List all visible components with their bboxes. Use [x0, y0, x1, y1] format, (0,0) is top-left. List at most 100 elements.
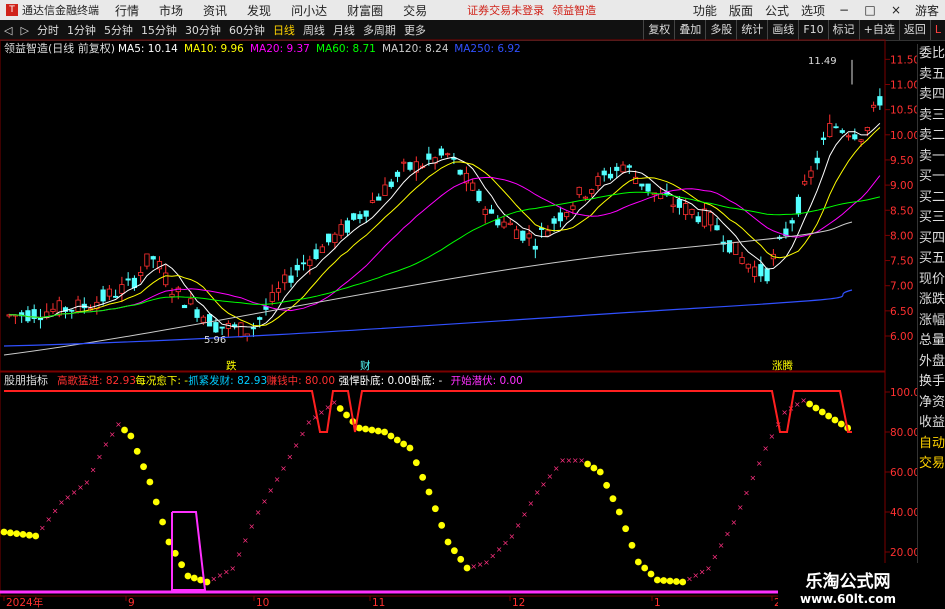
indicator-down-dot: [19, 531, 27, 538]
candle-body: [257, 317, 263, 320]
side-tab[interactable]: 卖一: [918, 147, 945, 168]
candle-body: [626, 165, 632, 168]
candle-body: [827, 123, 833, 138]
indicator-down-dot: [812, 404, 820, 412]
watermark-title: 乐淘公式网: [805, 572, 891, 592]
indicator-legend-item: 强悍卧底: 0.00: [339, 374, 411, 387]
side-tab[interactable]: 卖三: [918, 106, 945, 127]
indicator-down-dot: [622, 525, 630, 533]
candle-body: [138, 272, 144, 277]
indicator-down-dot: [362, 425, 369, 433]
candle-body: [382, 184, 388, 196]
indicator-down-dot: [666, 577, 674, 585]
side-tab[interactable]: 现价: [918, 270, 945, 291]
candle-body: [701, 208, 708, 227]
candle-body: [726, 240, 733, 253]
side-tab[interactable]: 自动: [918, 434, 945, 455]
candle-body: [758, 264, 764, 277]
indicator-down-dot: [672, 578, 680, 585]
indicator-up-mark: ×: [255, 508, 262, 517]
candle-body: [194, 309, 200, 318]
candle-body: [645, 183, 651, 192]
candle-body: [344, 220, 351, 233]
indicator-up-mark: ×: [83, 478, 90, 487]
ma-legend-item: MA5: 10.14: [118, 43, 178, 55]
candle-body: [683, 203, 689, 216]
ma250-line: [3, 289, 853, 347]
indicator-down-dot: [419, 473, 427, 481]
side-tab[interactable]: 卖五: [918, 65, 945, 86]
indicator-title: 股朋指标: [4, 373, 48, 387]
side-tab[interactable]: 换手: [918, 372, 945, 393]
candle-body: [852, 134, 858, 140]
candle-body: [288, 275, 294, 283]
candle-body: [188, 298, 194, 305]
indicator-down-dot: [831, 416, 839, 424]
candle-body: [607, 173, 614, 179]
indicator-down-dot: [400, 440, 408, 448]
candle-body: [557, 212, 563, 222]
side-tab[interactable]: 外盘: [918, 352, 945, 373]
indicator-up-mark: ×: [90, 465, 97, 474]
indicator-down-dot: [818, 408, 826, 416]
indicator-up-mark: ×: [236, 550, 243, 559]
candle-body: [50, 308, 56, 312]
ma-legend-item: MA60: 8.71: [316, 43, 376, 55]
indicator-down-dot: [336, 405, 344, 412]
side-tab[interactable]: 买三: [918, 208, 945, 229]
ma-line: [9, 191, 881, 319]
indicator-up-mark: ×: [540, 480, 547, 489]
side-tab[interactable]: 买四: [918, 229, 945, 250]
ma-legend-item: MA20: 9.37: [250, 43, 310, 55]
side-tab[interactable]: 涨幅: [918, 311, 945, 332]
indicator-up-mark: ×: [718, 541, 725, 550]
candle-body: [520, 230, 526, 241]
indicator-up-mark: ×: [286, 453, 293, 462]
candle-body: [282, 274, 288, 284]
candle-body: [814, 157, 820, 164]
indicator-axis-label: 40.00: [890, 507, 920, 519]
indicator-down-dot: [121, 426, 128, 434]
indicator-up-mark: ×: [762, 444, 769, 453]
candle-body: [150, 256, 156, 260]
indicator-up-mark: ×: [724, 530, 731, 539]
candle-body: [545, 230, 551, 237]
side-tab[interactable]: 卖二: [918, 126, 945, 147]
indicator-down-dot: [603, 481, 611, 489]
side-tab[interactable]: 买一: [918, 167, 945, 188]
event-mark: 涨腾: [772, 359, 793, 372]
side-tab[interactable]: 净资: [918, 393, 945, 414]
chart-canvas[interactable]: ×××××××××××××× × × ×××××××××××××××××× × ×××××…: [0, 0, 945, 609]
candle-body: [275, 288, 282, 293]
candle-body: [113, 295, 119, 298]
side-tab[interactable]: 交易: [918, 454, 945, 475]
price-axis-label: 7.00: [890, 281, 913, 293]
candle-body: [589, 189, 595, 194]
indicator-panel-border: [0, 371, 886, 597]
indicator-down-dot: [0, 528, 8, 536]
candle-body: [357, 214, 363, 220]
indicator-up-mark: ×: [711, 553, 718, 562]
candle-body: [689, 208, 695, 215]
chart-frame: [0, 39, 890, 601]
indicator-up-mark: ×: [800, 396, 807, 405]
candle-body: [206, 314, 213, 327]
candle-body: [526, 233, 532, 239]
side-tab[interactable]: 收益: [918, 413, 945, 434]
side-tab[interactable]: 涨跌: [918, 290, 945, 311]
indicator-down-dot: [13, 530, 21, 537]
indicator-up-mark: ×: [299, 430, 306, 439]
candle-body: [839, 130, 845, 133]
side-tab[interactable]: 买五: [918, 249, 945, 270]
side-tab[interactable]: 总量: [918, 331, 945, 352]
side-tab[interactable]: 委比: [918, 44, 945, 65]
indicator-up-mark: ×: [261, 497, 268, 506]
side-tab[interactable]: 卖四: [918, 85, 945, 106]
candle-body: [470, 182, 476, 191]
candle-body: [476, 190, 482, 202]
indicator-up-mark: ×: [274, 475, 281, 484]
candle-body: [369, 200, 376, 203]
side-tab[interactable]: 买二: [918, 188, 945, 209]
candle-body: [457, 169, 463, 175]
indicator-up-mark: ×: [756, 459, 763, 468]
